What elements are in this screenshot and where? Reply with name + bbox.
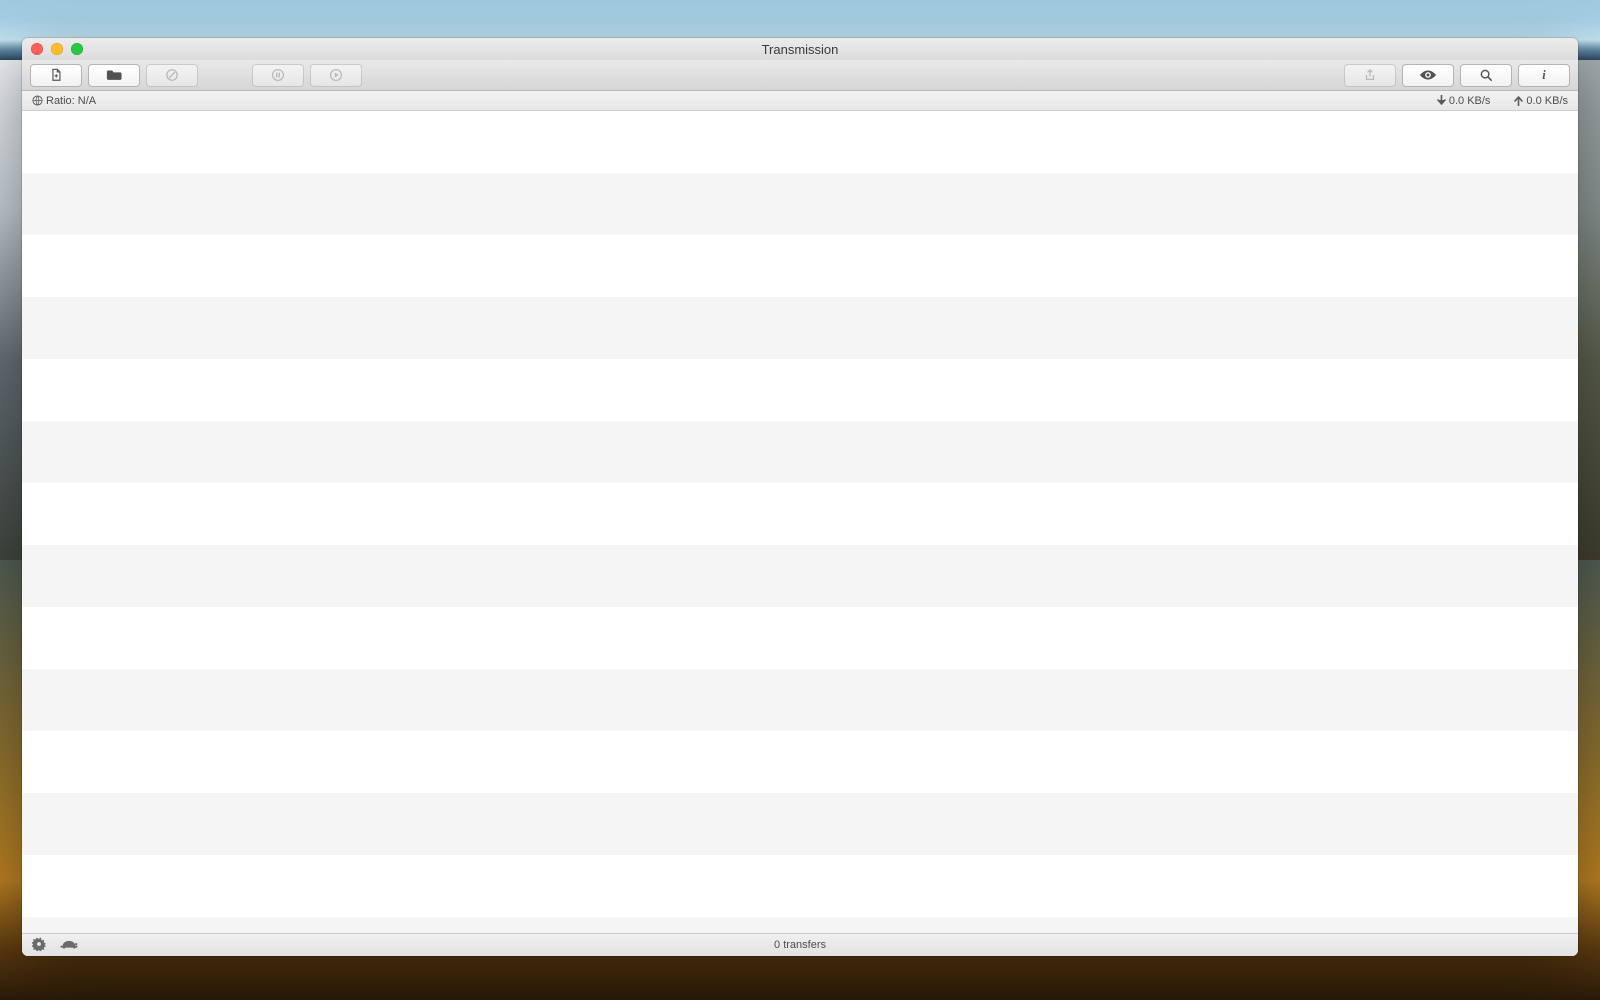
- window-title: Transmission: [22, 42, 1578, 57]
- empty-row: [22, 793, 1578, 855]
- folder-icon: [106, 68, 122, 82]
- transfers-count-label: 0 transfers: [774, 939, 826, 951]
- transfer-list[interactable]: [22, 111, 1578, 933]
- window-controls: [22, 43, 83, 55]
- inspector-button[interactable]: i: [1518, 64, 1570, 87]
- empty-row: [22, 669, 1578, 731]
- status-bar: Ratio: N/A 0.0 KB/s 0.0 KB/s: [22, 91, 1578, 111]
- empty-row: [22, 297, 1578, 359]
- search-icon: [1479, 68, 1493, 82]
- ratio-segment[interactable]: Ratio: N/A: [32, 95, 96, 107]
- download-speed-segment: 0.0 KB/s: [1437, 95, 1491, 107]
- document-plus-icon: [49, 68, 63, 82]
- empty-row: [22, 359, 1578, 421]
- upload-speed-segment: 0.0 KB/s: [1514, 95, 1568, 107]
- empty-row: [22, 421, 1578, 483]
- filter-search-button[interactable]: [1460, 64, 1512, 87]
- download-arrow-icon: [1437, 95, 1446, 106]
- empty-row: [22, 235, 1578, 297]
- pause-all-button[interactable]: [252, 64, 304, 87]
- share-icon: [1363, 68, 1377, 82]
- open-torrent-button[interactable]: [88, 64, 140, 87]
- toolbar-group-file: [30, 64, 198, 87]
- empty-row: [22, 731, 1578, 793]
- empty-row: [22, 483, 1578, 545]
- upload-speed-value: 0.0 KB/s: [1526, 95, 1568, 107]
- download-speed-value: 0.0 KB/s: [1449, 95, 1491, 107]
- resume-icon: [329, 68, 343, 82]
- remove-torrent-button[interactable]: [146, 64, 198, 87]
- bottom-bar: 0 transfers: [22, 933, 1578, 956]
- minimize-window-button[interactable]: [51, 43, 63, 55]
- zoom-window-button[interactable]: [71, 43, 83, 55]
- share-button[interactable]: [1344, 64, 1396, 87]
- toolbar-group-view: i: [1344, 64, 1570, 87]
- empty-row: [22, 855, 1578, 917]
- empty-row: [22, 111, 1578, 173]
- resume-all-button[interactable]: [310, 64, 362, 87]
- toolbar-group-control: [252, 64, 362, 87]
- close-window-button[interactable]: [31, 43, 43, 55]
- svg-text:i: i: [1542, 68, 1546, 82]
- globe-icon: [32, 95, 43, 106]
- gear-icon: [32, 942, 46, 954]
- toolbar: i: [22, 60, 1578, 91]
- remove-icon: [165, 68, 179, 82]
- app-window: Transmission: [22, 38, 1578, 956]
- pause-icon: [271, 68, 285, 82]
- empty-row: [22, 607, 1578, 669]
- empty-row: [22, 545, 1578, 607]
- eye-icon: [1419, 68, 1437, 82]
- settings-button[interactable]: [32, 937, 46, 954]
- empty-row: [22, 917, 1578, 933]
- ratio-label: Ratio: N/A: [46, 95, 96, 107]
- speed-limit-button[interactable]: [60, 938, 78, 953]
- turtle-icon: [60, 941, 78, 953]
- info-icon: i: [1537, 68, 1551, 82]
- empty-row: [22, 173, 1578, 235]
- quicklook-button[interactable]: [1402, 64, 1454, 87]
- upload-arrow-icon: [1514, 95, 1523, 106]
- titlebar[interactable]: Transmission: [22, 38, 1578, 60]
- create-torrent-button[interactable]: [30, 64, 82, 87]
